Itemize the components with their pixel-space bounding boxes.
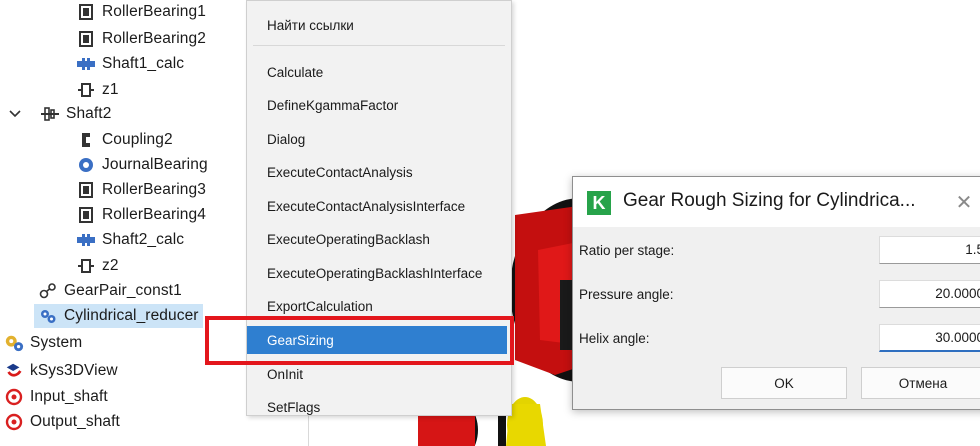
input-shaft-icon <box>4 387 24 407</box>
menu-item-export-calculation[interactable]: ExportCalculation <box>247 292 511 320</box>
menu-item-execute-operating-backlash[interactable]: ExecuteOperatingBacklash <box>247 225 511 253</box>
close-icon[interactable]: ✕ <box>951 189 977 215</box>
tree-node-ksys3dview[interactable]: kSys3DView <box>4 359 118 383</box>
tree-node-journalbearing[interactable]: JournalBearing <box>76 153 208 177</box>
tree-node-shaft2[interactable]: Shaft2 <box>40 102 111 126</box>
cancel-button[interactable]: Отмена <box>861 367 980 399</box>
pressure-angle-label: Pressure angle: <box>579 287 674 302</box>
gear-node-icon <box>76 256 96 276</box>
menu-item-calculate[interactable]: Calculate <box>247 58 511 86</box>
tree-node-label: Cylindrical_reducer <box>64 307 199 324</box>
menu-item-execute-contact-analysis-interface[interactable]: ExecuteContactAnalysisInterface <box>247 192 511 220</box>
tree-node-cylindrical-reducer[interactable]: Cylindrical_reducer <box>34 304 203 328</box>
system-icon <box>4 333 24 353</box>
gear-rough-sizing-dialog: K Gear Rough Sizing for Cylindrica... ✕ … <box>572 176 980 410</box>
menu-item-set-flags[interactable]: SetFlags <box>247 393 511 415</box>
tree-node-input-shaft[interactable]: Input_shaft <box>4 385 108 409</box>
tree-node-label: RollerBearing2 <box>102 30 206 47</box>
expand-chevron-icon[interactable] <box>8 107 22 121</box>
tree-node-output-shaft[interactable]: Output_shaft <box>4 410 120 434</box>
menu-divider <box>253 45 505 46</box>
tree-node-label: kSys3DView <box>30 362 118 379</box>
tree-node-label: System <box>30 334 83 351</box>
menu-item-dialog[interactable]: Dialog <box>247 125 511 153</box>
app-logo-icon: K <box>587 191 611 215</box>
dialog-title-bar[interactable]: K Gear Rough Sizing for Cylindrica... ✕ <box>573 177 980 227</box>
ratio-per-stage-label: Ratio per stage: <box>579 243 675 258</box>
tree-node-label: Coupling2 <box>102 131 173 148</box>
tree-node-label: Input_shaft <box>30 388 108 405</box>
tree-node-system[interactable]: System <box>4 331 82 355</box>
helix-angle-label: Helix angle: <box>579 331 650 346</box>
output-shaft-icon <box>4 412 24 432</box>
pressure-angle-input[interactable]: 20.0000 <box>879 280 980 308</box>
tree-node-label: Output_shaft <box>30 413 120 430</box>
ok-button[interactable]: OK <box>721 367 847 399</box>
bearing-icon <box>76 2 96 22</box>
tree-node-label: z2 <box>102 257 119 274</box>
gear-node-icon <box>76 80 96 100</box>
bearing-icon <box>76 29 96 49</box>
tree-node-shaft2-calc[interactable]: Shaft2_calc <box>76 228 184 252</box>
context-menu: Найти ссылки Calculate DefineKgammaFacto… <box>246 0 512 416</box>
dialog-title: Gear Rough Sizing for Cylindrica... <box>623 190 916 211</box>
shaft-calc-icon <box>76 230 96 250</box>
tree-node-label: Shaft2_calc <box>102 231 185 248</box>
tree-node-z1[interactable]: z1 <box>76 78 119 102</box>
tree-node-rollerbearing3[interactable]: RollerBearing3 <box>76 178 206 202</box>
tree-node-label: JournalBearing <box>102 156 208 173</box>
tree-node-rollerbearing2[interactable]: RollerBearing2 <box>76 27 206 51</box>
tree-node-label: z1 <box>102 81 119 98</box>
journal-bearing-icon <box>76 155 96 175</box>
tree-node-shaft1-calc[interactable]: Shaft1_calc <box>76 52 184 76</box>
tree-node-label: Shaft1_calc <box>102 55 185 72</box>
tree-node-gearpair-const1[interactable]: GearPair_const1 <box>38 279 182 303</box>
tree-node-label: RollerBearing1 <box>102 3 206 20</box>
tree-node-label: RollerBearing4 <box>102 206 206 223</box>
cylindrical-reducer-icon <box>38 306 58 326</box>
shaft-calc-icon <box>76 54 96 74</box>
coupling-icon <box>76 130 96 150</box>
tree-node-rollerbearing1[interactable]: RollerBearing1 <box>76 0 206 24</box>
shaft-icon <box>40 104 60 124</box>
menu-item-gear-sizing[interactable]: GearSizing <box>247 326 507 354</box>
tree-node-label: RollerBearing3 <box>102 181 206 198</box>
menu-item-execute-contact-analysis[interactable]: ExecuteContactAnalysis <box>247 158 511 186</box>
menu-item-define-kgamma-factor[interactable]: DefineKgammaFactor <box>247 91 511 119</box>
menu-item-execute-operating-backlash-interface[interactable]: ExecuteOperatingBacklashInterface <box>247 259 511 287</box>
tree-node-rollerbearing4[interactable]: RollerBearing4 <box>76 203 206 227</box>
menu-item-on-init[interactable]: OnInit <box>247 360 511 388</box>
menu-item-find-links[interactable]: Найти ссылки <box>247 11 511 39</box>
bearing-icon <box>76 205 96 225</box>
bearing-icon <box>76 180 96 200</box>
view3d-icon <box>4 361 24 381</box>
helix-angle-input[interactable]: 30.0000 <box>879 324 980 352</box>
ratio-per-stage-input[interactable]: 1.5 <box>879 236 980 264</box>
tree-node-label: Shaft2 <box>66 105 112 122</box>
tree-node-z2[interactable]: z2 <box>76 254 119 278</box>
gear-pair-icon <box>38 281 58 301</box>
tree-node-label: GearPair_const1 <box>64 282 182 299</box>
tree-node-coupling2[interactable]: Coupling2 <box>76 128 173 152</box>
